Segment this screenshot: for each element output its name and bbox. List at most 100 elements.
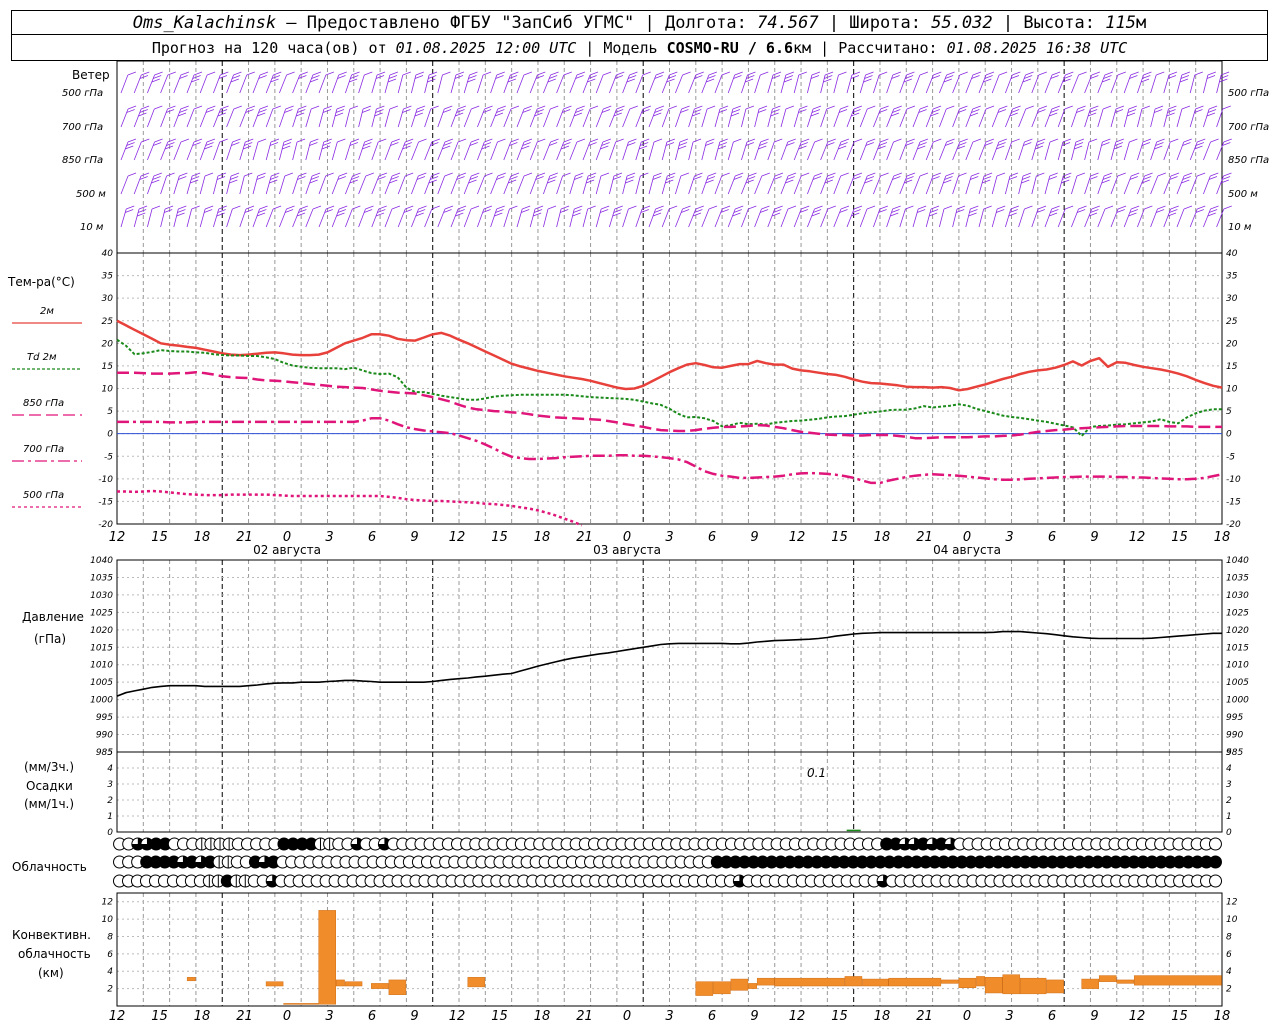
wind-barb-feather	[1180, 75, 1190, 79]
time-tick-label: 12	[1129, 530, 1146, 545]
wind-barb-feather	[180, 71, 190, 76]
wind-barb	[925, 172, 942, 195]
wind-barb-feather	[325, 172, 334, 177]
wind-barb	[213, 172, 227, 195]
wind-barb-feather	[589, 71, 599, 76]
wind-barb-feather	[537, 138, 546, 143]
wind-barb-feather	[339, 205, 348, 210]
precip-tick-label-right: 4	[1226, 764, 1232, 774]
wind-barb	[1123, 105, 1137, 128]
wind-barb-feather	[840, 105, 849, 110]
wind-barb	[1137, 105, 1151, 128]
wind-barb	[582, 138, 599, 161]
wind-barb-feather	[321, 145, 331, 150]
wind-barb-feather	[1117, 71, 1126, 76]
wind-barb-feather	[892, 205, 901, 210]
wind-barb-staff	[1176, 141, 1185, 161]
wind-barb	[463, 105, 480, 128]
wind-barb	[1097, 105, 1112, 128]
wind-barb-feather	[273, 71, 282, 76]
wind-barb	[1189, 205, 1206, 228]
conv-bar	[713, 981, 731, 995]
wind-barb-feather	[814, 138, 823, 143]
temp-tick-label-right: 30	[1226, 294, 1238, 304]
wind-barb-feather	[217, 209, 226, 213]
wind-barb-staff	[833, 141, 842, 161]
wind-barb-staff	[873, 141, 881, 161]
wind-barb-feather	[905, 205, 914, 210]
wind-barb	[384, 205, 401, 228]
time-tick-label-bottom: 3	[325, 1009, 333, 1024]
wind-barb	[582, 172, 597, 195]
wind-barb-staff	[147, 175, 155, 195]
wind-barb	[437, 138, 454, 161]
wind-barb	[595, 105, 612, 128]
wind-barb-feather	[537, 71, 546, 76]
wind-barb-staff	[1176, 108, 1183, 128]
wind-barb-feather	[1051, 105, 1061, 110]
wind-barb	[1110, 71, 1126, 94]
pressure-tick-label-right: 1015	[1226, 643, 1249, 653]
wind-barb-staff	[793, 108, 800, 128]
wind-barb-staff	[912, 141, 921, 161]
wind-barb	[345, 71, 360, 94]
day-label: 04 августа	[933, 543, 1001, 557]
temp-tick-label: 15	[102, 362, 114, 372]
wind-barb-feather	[906, 138, 915, 143]
pressure-tick-label-right: 990	[1226, 731, 1243, 741]
wind-barb-feather	[1197, 138, 1206, 143]
wind-barb-staff	[648, 74, 657, 94]
wind-barb-feather	[735, 172, 744, 177]
wind-barb	[371, 205, 387, 228]
wind-barb-staff	[477, 208, 485, 228]
wind-barb	[925, 71, 942, 94]
wind-barb-staff	[1005, 208, 1012, 228]
wind-barb-staff	[252, 74, 261, 94]
temp-tick-label: 5	[107, 407, 113, 417]
wind-barb-staff	[318, 108, 325, 128]
wind-barb	[305, 205, 322, 228]
wind-barb	[199, 205, 214, 228]
wind-barb-feather	[299, 205, 308, 210]
conv-bar	[371, 983, 389, 989]
wind-barb-feather	[549, 172, 558, 177]
wind-barb-staff	[120, 208, 127, 228]
wind-barb	[120, 205, 135, 228]
temp-tick-label: -10	[98, 475, 113, 485]
wind-barb	[1110, 138, 1124, 161]
wind-barb-staff	[648, 208, 657, 228]
wind-barb	[397, 138, 414, 161]
wind-barb-staff	[1005, 141, 1013, 161]
wind-barb-feather	[760, 71, 769, 76]
wind-barb-staff	[226, 141, 233, 161]
wind-barb	[1163, 138, 1179, 161]
wind-barb	[622, 172, 636, 195]
wind-barb-feather	[865, 71, 874, 76]
wind-barb-feather	[783, 78, 793, 83]
wind-barb-staff	[912, 108, 921, 128]
wind-barb-feather	[257, 172, 266, 177]
wind-barb	[1137, 71, 1152, 94]
wind-barb	[397, 71, 411, 94]
wind-barb-staff	[939, 208, 945, 228]
meteogram-chart: -20 -20-15 -15-10 -10-5 -50 05 510 1015 1520 2025…	[12, 60, 1249, 1024]
wind-barb-staff	[358, 175, 367, 195]
wind-barb-feather	[1154, 109, 1163, 113]
wind-barb	[490, 205, 505, 228]
wind-barb-feather	[483, 205, 493, 210]
wind-barb	[925, 105, 942, 128]
wind-barb-feather	[1223, 172, 1232, 177]
wind-barb-staff	[1163, 74, 1170, 94]
wind-barb-staff	[186, 74, 195, 94]
wind-barb-staff	[1018, 208, 1025, 228]
wind-barb-staff	[846, 175, 855, 195]
wind-barb-feather	[282, 145, 291, 150]
wind-barb	[780, 205, 797, 228]
time-tick-label: 15	[1171, 530, 1188, 545]
wind-barb-staff	[213, 74, 221, 94]
wind-barb-staff	[1110, 141, 1117, 161]
wind-barb-feather	[600, 172, 610, 177]
wind-barb	[1203, 205, 1219, 228]
conv-bar	[265, 981, 284, 987]
wind-barb	[767, 138, 783, 161]
